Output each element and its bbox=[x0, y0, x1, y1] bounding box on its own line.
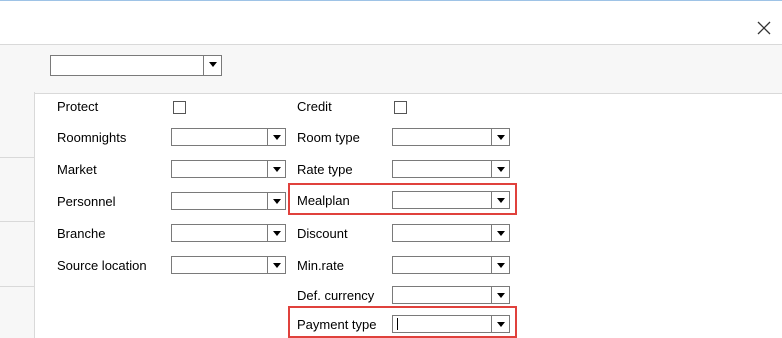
chevron-down-icon[interactable] bbox=[491, 287, 509, 303]
source-location-label: Source location bbox=[57, 258, 147, 273]
chevron-down-icon[interactable] bbox=[491, 192, 509, 208]
chevron-down-icon[interactable] bbox=[491, 161, 509, 177]
text-cursor bbox=[397, 318, 398, 330]
strip-separator bbox=[0, 157, 34, 158]
personnel-dropdown[interactable] bbox=[171, 192, 286, 210]
chevron-down-icon[interactable] bbox=[267, 225, 285, 241]
window-top-border bbox=[0, 0, 782, 1]
strip-separator bbox=[0, 221, 34, 222]
protect-label: Protect bbox=[57, 99, 99, 114]
min-rate-label: Min.rate bbox=[297, 258, 344, 273]
chevron-down-icon[interactable] bbox=[267, 129, 285, 145]
branche-dropdown[interactable] bbox=[171, 224, 286, 242]
strip-separator bbox=[0, 286, 34, 287]
chevron-down-icon[interactable] bbox=[267, 257, 285, 273]
left-strip bbox=[0, 92, 35, 338]
discount-label: Discount bbox=[297, 226, 348, 241]
room-type-label: Room type bbox=[297, 130, 360, 145]
chevron-down-icon[interactable] bbox=[491, 257, 509, 273]
source-location-dropdown[interactable] bbox=[171, 256, 286, 274]
def-currency-dropdown[interactable] bbox=[392, 286, 510, 304]
protect-checkbox[interactable] bbox=[173, 101, 186, 114]
def-currency-label: Def. currency bbox=[297, 288, 375, 303]
roomnights-label: Roomnights bbox=[57, 130, 127, 145]
market-dropdown[interactable] bbox=[171, 160, 286, 178]
credit-label: Credit bbox=[297, 99, 332, 114]
roomnights-dropdown[interactable] bbox=[171, 128, 286, 146]
room-type-dropdown[interactable] bbox=[392, 128, 510, 146]
chevron-down-icon[interactable] bbox=[203, 56, 221, 75]
chevron-down-icon[interactable] bbox=[491, 129, 509, 145]
credit-checkbox[interactable] bbox=[394, 101, 407, 114]
payment-type-label: Payment type bbox=[297, 317, 377, 332]
mealplan-label: Mealplan bbox=[297, 193, 350, 208]
rate-type-dropdown[interactable] bbox=[392, 160, 510, 178]
min-rate-dropdown[interactable] bbox=[392, 256, 510, 274]
rate-type-label: Rate type bbox=[297, 162, 353, 177]
chevron-down-icon[interactable] bbox=[491, 225, 509, 241]
payment-type-dropdown[interactable] bbox=[392, 315, 510, 333]
branche-label: Branche bbox=[57, 226, 106, 241]
chevron-down-icon[interactable] bbox=[491, 316, 509, 332]
toolbar-selector-dropdown[interactable] bbox=[50, 55, 222, 76]
discount-dropdown[interactable] bbox=[392, 224, 510, 242]
close-icon[interactable] bbox=[754, 18, 774, 38]
chevron-down-icon[interactable] bbox=[267, 161, 285, 177]
chevron-down-icon[interactable] bbox=[267, 193, 285, 209]
market-label: Market bbox=[57, 162, 97, 177]
personnel-label: Personnel bbox=[57, 194, 116, 209]
mealplan-dropdown[interactable] bbox=[392, 191, 510, 209]
